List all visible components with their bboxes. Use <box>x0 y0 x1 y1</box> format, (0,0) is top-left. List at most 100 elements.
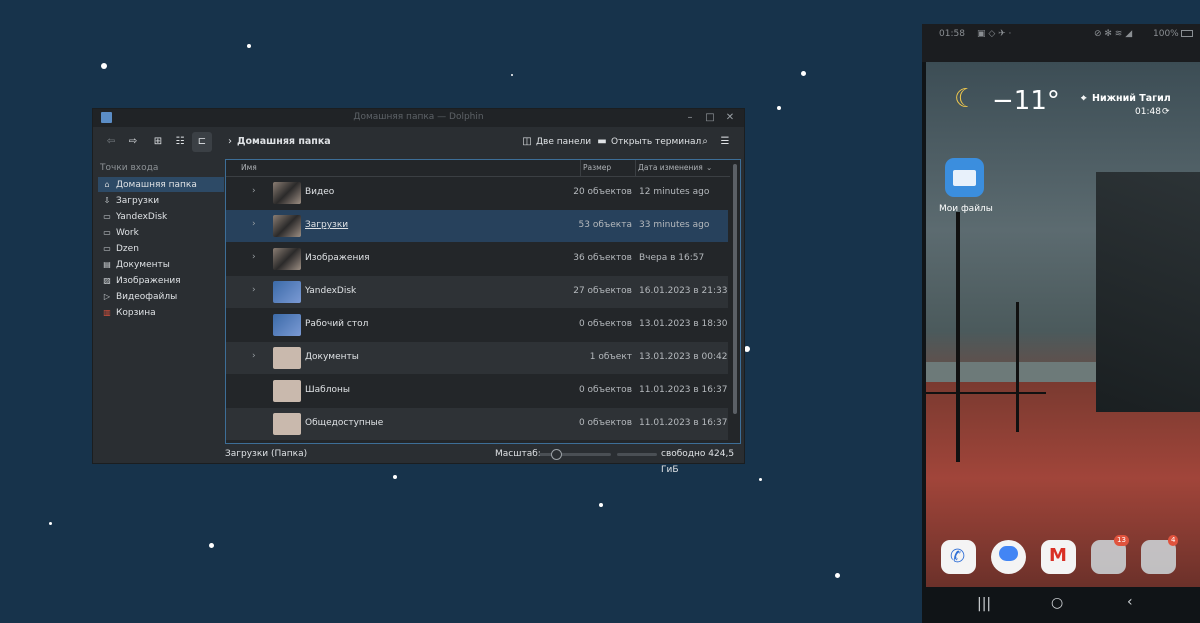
maximize-icon[interactable]: □ <box>703 111 717 125</box>
place-item-trash[interactable]: ▥ Корзина <box>98 305 224 320</box>
close-icon[interactable]: ✕ <box>723 111 737 125</box>
file-date: 13.01.2023 в 00:42 <box>639 352 728 362</box>
place-item-work[interactable]: ▭ Work <box>98 225 224 240</box>
refresh-icon[interactable]: ⟳ <box>1162 107 1170 117</box>
file-row[interactable]: Рабочий стол 0 объектов 13.01.2023 в 18:… <box>226 309 728 341</box>
notification-badge: 13 <box>1114 535 1129 546</box>
gmail-app-icon[interactable]: M <box>1041 540 1076 574</box>
phone-app-icon[interactable]: ✆ <box>941 540 976 574</box>
expand-chevron-icon[interactable]: › <box>252 219 256 229</box>
zoom-slider[interactable] <box>539 449 611 460</box>
file-date: 11.01.2023 в 16:37 <box>639 385 728 395</box>
column-date-header[interactable]: Дата изменения <box>635 160 703 176</box>
file-row[interactable]: Общедоступные 0 объектов 11.01.2023 в 16… <box>226 408 728 440</box>
zoom-slider-handle[interactable] <box>551 449 562 460</box>
place-item-home[interactable]: ⌂ Домашняя папка <box>98 177 224 192</box>
my-files-app-icon[interactable] <box>945 158 984 197</box>
file-date: 16.01.2023 в 21:33 <box>639 286 728 296</box>
minimize-icon[interactable]: – <box>683 111 697 125</box>
column-size-header[interactable]: Размер <box>580 160 611 176</box>
place-label: Work <box>116 228 139 238</box>
toolbar: ⇦ ⇨ ⊞ ☷ ⊏ › Домашняя папка ◫ Две панели … <box>93 127 744 157</box>
file-size: 27 объектов <box>573 286 632 296</box>
battery-level: 100% <box>1153 29 1179 39</box>
star <box>209 543 214 548</box>
system-status-icons: ⊘ ✻ ≋ ◢ <box>1094 29 1133 39</box>
star <box>49 522 52 525</box>
status-bar: Загрузки (Папка) Масштаб: свободно 424,5… <box>225 446 744 475</box>
file-list-view[interactable]: Имя Размер Дата изменения ⌄ › Видео 20 о… <box>225 159 741 444</box>
scrollbar[interactable] <box>733 164 737 414</box>
phone-status-bar: 01:58 ▣ ◇ ✈ · ⊘ ✻ ≋ ◢ 100% <box>922 24 1200 62</box>
place-item-images[interactable]: ▨ Изображения <box>98 273 224 288</box>
star <box>511 74 513 76</box>
folder-thumbnail <box>273 380 301 402</box>
star <box>777 106 781 110</box>
location-pin-icon: ⌖ <box>1081 93 1087 104</box>
star <box>247 44 251 48</box>
column-headers: Имя Размер Дата изменения ⌄ <box>226 160 730 177</box>
compact-view-icon[interactable]: ☷ <box>171 132 189 152</box>
open-terminal-button[interactable]: Открыть терминал <box>611 132 701 152</box>
file-row[interactable]: Шаблоны 0 объектов 11.01.2023 в 16:37 <box>226 375 728 407</box>
breadcrumb[interactable]: Домашняя папка <box>237 132 331 152</box>
sort-chevron-icon[interactable]: ⌄ <box>706 160 712 176</box>
recent-apps-icon[interactable]: ||| <box>977 596 991 612</box>
search-icon[interactable]: ⌕ <box>698 132 712 152</box>
file-name: Изображения <box>305 253 370 263</box>
file-row[interactable]: › YandexDisk 27 объектов 16.01.2023 в 21… <box>226 276 728 308</box>
place-label: Корзина <box>116 308 156 318</box>
column-name-header[interactable]: Имя <box>241 160 257 176</box>
file-date: 11.01.2023 в 16:37 <box>639 418 728 428</box>
icons-view-icon[interactable]: ⊞ <box>149 132 167 152</box>
expand-chevron-icon[interactable]: › <box>252 186 256 196</box>
free-space-label: свободно 424,5 ГиБ <box>661 449 735 475</box>
split-view-button[interactable]: Две панели <box>536 132 591 152</box>
pier-structure <box>1096 172 1200 412</box>
selection-status: Загрузки (Папка) <box>225 449 308 459</box>
folder-thumbnail <box>273 182 301 204</box>
file-row[interactable]: › Документы 1 объект 13.01.2023 в 00:42 <box>226 342 728 374</box>
split-view-icon: ◫ <box>522 136 532 147</box>
file-size: 20 объектов <box>573 187 632 197</box>
forward-icon[interactable]: ⇨ <box>125 132 141 152</box>
folder-thumbnail <box>273 314 301 336</box>
dolphin-window: Домашняя папка — Dolphin – □ ✕ ⇦ ⇨ ⊞ ☷ ⊏… <box>92 108 745 475</box>
temperature: −11° <box>992 86 1060 116</box>
file-name: Документы <box>305 352 359 362</box>
expand-chevron-icon[interactable]: › <box>252 285 256 295</box>
title-bar[interactable]: Домашняя папка — Dolphin – □ ✕ <box>93 109 744 127</box>
place-item-documents[interactable]: ▤ Документы <box>98 257 224 272</box>
back-icon[interactable]: ⇦ <box>103 132 119 152</box>
folder-icon: ▭ <box>103 228 111 237</box>
place-item-videos[interactable]: ▷ Видеофайлы <box>98 289 224 304</box>
file-row[interactable]: › Загрузки 53 объекта 33 minutes ago <box>226 210 728 242</box>
terminal-icon: ▬ <box>597 136 607 147</box>
breadcrumb-chevron-icon: › <box>228 136 232 147</box>
expand-chevron-icon[interactable]: › <box>252 351 256 361</box>
back-button-icon[interactable]: ‹ <box>1127 594 1133 610</box>
weather-icon: ☾ <box>954 84 978 114</box>
place-label: Документы <box>116 260 170 270</box>
file-name: Общедоступные <box>305 418 384 428</box>
home-button-icon[interactable]: ○ <box>1051 595 1063 611</box>
file-row[interactable]: › Изображения 36 объектов Вчера в 16:57 <box>226 243 728 275</box>
details-view-icon[interactable]: ⊏ <box>192 132 212 152</box>
place-label: Загрузки <box>116 196 160 206</box>
place-item-dzen[interactable]: ▭ Dzen <box>98 241 224 256</box>
messages-app-icon[interactable] <box>991 540 1026 574</box>
menu-icon[interactable]: ☰ <box>718 132 732 152</box>
weather-update-time: 01:48 <box>1135 107 1161 117</box>
folder-icon <box>953 170 976 186</box>
zoom-label: Масштаб: <box>495 449 541 459</box>
file-name: Рабочий стол <box>305 319 369 329</box>
place-item-yandexdisk[interactable]: ▭ YandexDisk <box>98 209 224 224</box>
file-size: 1 объект <box>589 352 632 362</box>
download-icon: ⇩ <box>103 196 111 205</box>
place-item-downloads[interactable]: ⇩ Загрузки <box>98 193 224 208</box>
file-date: 33 minutes ago <box>639 220 710 230</box>
file-row[interactable]: › Видео 20 объектов 12 minutes ago <box>226 177 728 209</box>
expand-chevron-icon[interactable]: › <box>252 252 256 262</box>
home-icon: ⌂ <box>104 180 110 189</box>
file-size: 53 объекта <box>578 220 632 230</box>
